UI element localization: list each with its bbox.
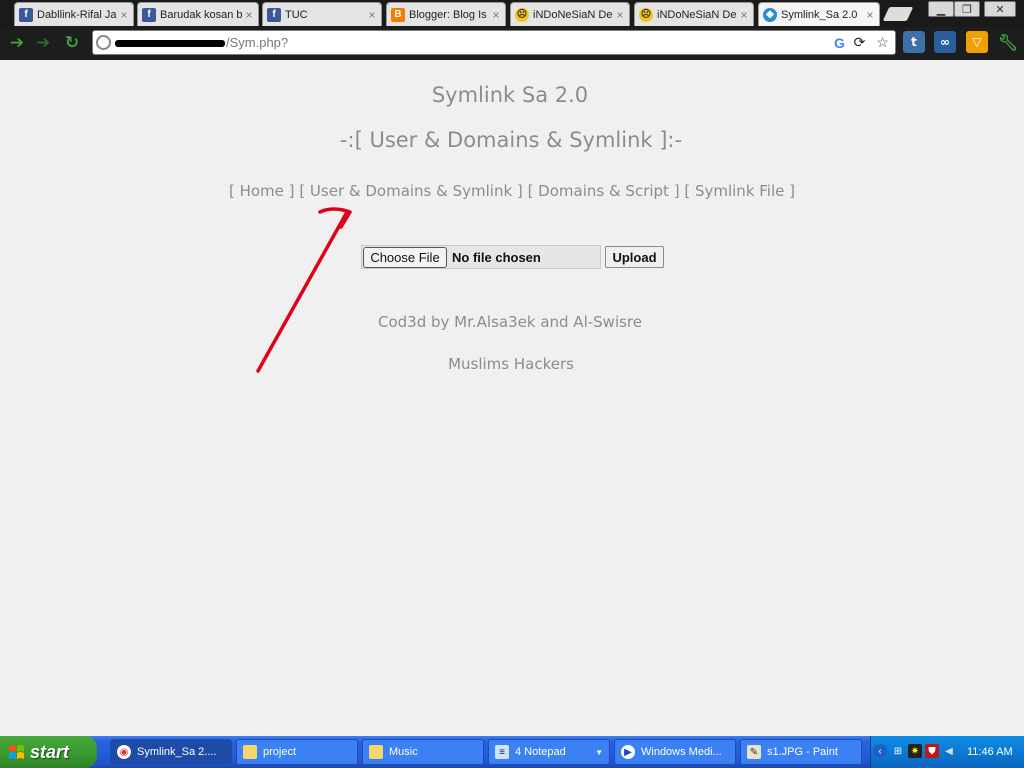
page-content: Symlink Sa 2.0 -:[ User & Domains & Syml… bbox=[0, 60, 1024, 736]
tab-title: TUC bbox=[285, 8, 308, 21]
emoji-icon: ☹ bbox=[515, 7, 529, 22]
taskbar-item[interactable]: ◉ Symlink_Sa 2.... bbox=[110, 739, 232, 765]
team-text: Muslims Hackers bbox=[448, 355, 574, 373]
taskbar-item[interactable]: ▶ Windows Medi... bbox=[614, 739, 736, 765]
address-bar[interactable]: /Sym.php? G ⟳ ☆ bbox=[92, 30, 896, 55]
taskbar-item-label: Windows Medi... bbox=[641, 746, 722, 758]
close-icon[interactable]: × bbox=[242, 8, 256, 22]
paint-icon: ✎ bbox=[747, 745, 761, 759]
shield-icon[interactable]: ⛊ bbox=[925, 744, 939, 758]
page-info-icon[interactable] bbox=[96, 35, 111, 50]
facebook-icon: f bbox=[142, 7, 156, 22]
start-label: start bbox=[30, 741, 70, 762]
tab[interactable]: ☹ iNDoNeSiaN DeF × bbox=[510, 2, 630, 26]
globe-icon: ◈ bbox=[763, 7, 777, 22]
taskbar-item-label: s1.JPG - Paint bbox=[767, 746, 838, 758]
tab-title: Symlink_Sa 2.0 bbox=[781, 8, 858, 21]
tab-strip: f Dabllink-Rifal Ja × f Barudak kosan b … bbox=[0, 0, 1024, 27]
taskbar-item-label: Symlink_Sa 2.... bbox=[137, 746, 217, 758]
tab-title: iNDoNeSiaN DeF bbox=[533, 8, 613, 21]
chrome-icon: ◉ bbox=[117, 745, 131, 759]
taskbar-item-label: 4 Notepad bbox=[515, 746, 566, 758]
forward-arrow-icon[interactable]: ➔ bbox=[33, 33, 53, 53]
close-icon[interactable]: × bbox=[117, 8, 131, 22]
tab[interactable]: f Barudak kosan b × bbox=[137, 2, 259, 26]
minimize-button[interactable]: ▁ bbox=[928, 1, 954, 17]
emoji-icon: ☹ bbox=[639, 7, 653, 22]
facebook-icon: f bbox=[19, 7, 33, 22]
nav-link-user-domains-symlink[interactable]: [ User & Domains & Symlink ] bbox=[299, 182, 522, 200]
app-tray-icon[interactable]: ✷ bbox=[908, 744, 922, 758]
chevron-down-icon: ▼ bbox=[595, 747, 603, 757]
credit-text: Cod3d by Mr.Alsa3ek and Al-Swisre bbox=[377, 313, 642, 331]
tab-title: iNDoNeSiaN DeF bbox=[657, 8, 737, 21]
site-title: Symlink Sa 2.0 bbox=[431, 83, 589, 107]
tab-title: Dabllink-Rifal Ja bbox=[37, 8, 117, 21]
tab-title: Blogger: Blog Is bbox=[409, 8, 487, 21]
speaker-icon[interactable]: ◀ bbox=[942, 744, 956, 758]
tab[interactable]: f TUC × bbox=[262, 2, 382, 26]
extension-icon[interactable]: ∞ bbox=[934, 31, 956, 53]
tab[interactable]: B Blogger: Blog Is × bbox=[386, 2, 506, 26]
wrench-icon[interactable]: 🔧︎ bbox=[997, 31, 1019, 53]
reload-icon[interactable]: ↻ bbox=[62, 33, 82, 53]
close-icon[interactable]: × bbox=[365, 8, 379, 22]
google-icon[interactable]: G bbox=[831, 34, 848, 51]
clock: 11:46 AM bbox=[967, 746, 1013, 758]
taskbar: start ◉ Symlink_Sa 2.... project Music ≡… bbox=[0, 736, 1024, 768]
close-icon[interactable]: × bbox=[863, 8, 877, 22]
tab-title: Barudak kosan b bbox=[160, 8, 242, 21]
nav-link-home[interactable]: [ Home ] bbox=[229, 182, 295, 200]
nav-link-symlink-file[interactable]: [ Symlink File ] bbox=[684, 182, 795, 200]
notepad-icon: ≡ bbox=[495, 745, 509, 759]
file-status: No file chosen bbox=[452, 250, 541, 265]
chevron-left-icon[interactable]: ‹ bbox=[873, 744, 887, 758]
extension-icon[interactable]: ▽ bbox=[966, 31, 988, 53]
taskbar-item[interactable]: ✎ s1.JPG - Paint bbox=[740, 739, 862, 765]
tab-active[interactable]: ◈ Symlink_Sa 2.0 × bbox=[758, 2, 880, 26]
network-icon[interactable]: ⊞ bbox=[891, 744, 905, 758]
start-button[interactable]: start bbox=[0, 736, 97, 768]
blogger-icon: B bbox=[391, 7, 405, 22]
close-icon[interactable]: × bbox=[737, 8, 751, 22]
tab[interactable]: ☹ iNDoNeSiaN DeF × bbox=[634, 2, 754, 26]
star-icon[interactable]: ☆ bbox=[874, 34, 891, 51]
choose-file-button[interactable]: Choose File bbox=[363, 247, 447, 268]
new-tab-button[interactable] bbox=[882, 7, 914, 21]
close-icon[interactable]: × bbox=[613, 8, 627, 22]
browser-frame: f Dabllink-Rifal Ja × f Barudak kosan b … bbox=[0, 0, 1024, 60]
taskbar-item[interactable]: ≡ 4 Notepad ▼ bbox=[488, 739, 610, 765]
windows-logo-icon bbox=[9, 745, 24, 759]
taskbar-item-label: Music bbox=[389, 746, 418, 758]
section-title: -:[ User & Domains & Symlink ]:- bbox=[339, 128, 683, 152]
file-input[interactable]: Choose File No file chosen bbox=[361, 245, 601, 269]
system-tray: ‹ ⊞ ✷ ⛊ ◀ 11:46 AM bbox=[870, 736, 1024, 768]
url-text[interactable]: /Sym.php? bbox=[226, 35, 288, 50]
nav-link-domains-script[interactable]: [ Domains & Script ] bbox=[528, 182, 680, 200]
tab[interactable]: f Dabllink-Rifal Ja × bbox=[14, 2, 134, 26]
taskbar-item[interactable]: project bbox=[236, 739, 358, 765]
folder-icon bbox=[243, 745, 257, 759]
taskbar-item-label: project bbox=[263, 746, 297, 758]
annotation-arrow bbox=[256, 207, 352, 373]
nav-links: [ Home ] [ User & Domains & Symlink ] [ … bbox=[0, 182, 1024, 200]
upload-button[interactable]: Upload bbox=[605, 246, 664, 268]
facebook-icon: f bbox=[267, 7, 281, 22]
back-arrow-icon[interactable]: ➔ bbox=[7, 33, 27, 53]
close-icon[interactable]: × bbox=[489, 8, 503, 22]
taskbar-item[interactable]: Music bbox=[362, 739, 484, 765]
close-window-button[interactable]: ✕ bbox=[984, 1, 1016, 17]
sync-icon[interactable]: ⟳ bbox=[851, 34, 868, 51]
folder-icon bbox=[369, 745, 383, 759]
redacted-url bbox=[115, 40, 225, 47]
media-player-icon: ▶ bbox=[621, 745, 635, 759]
restore-button[interactable]: ❐ bbox=[954, 1, 980, 17]
browser-toolbar: ➔ ➔ ↻ /Sym.php? G ⟳ ☆ t ∞ ▽ 🔧︎ bbox=[0, 27, 1024, 60]
extension-icon[interactable]: t bbox=[903, 31, 925, 53]
